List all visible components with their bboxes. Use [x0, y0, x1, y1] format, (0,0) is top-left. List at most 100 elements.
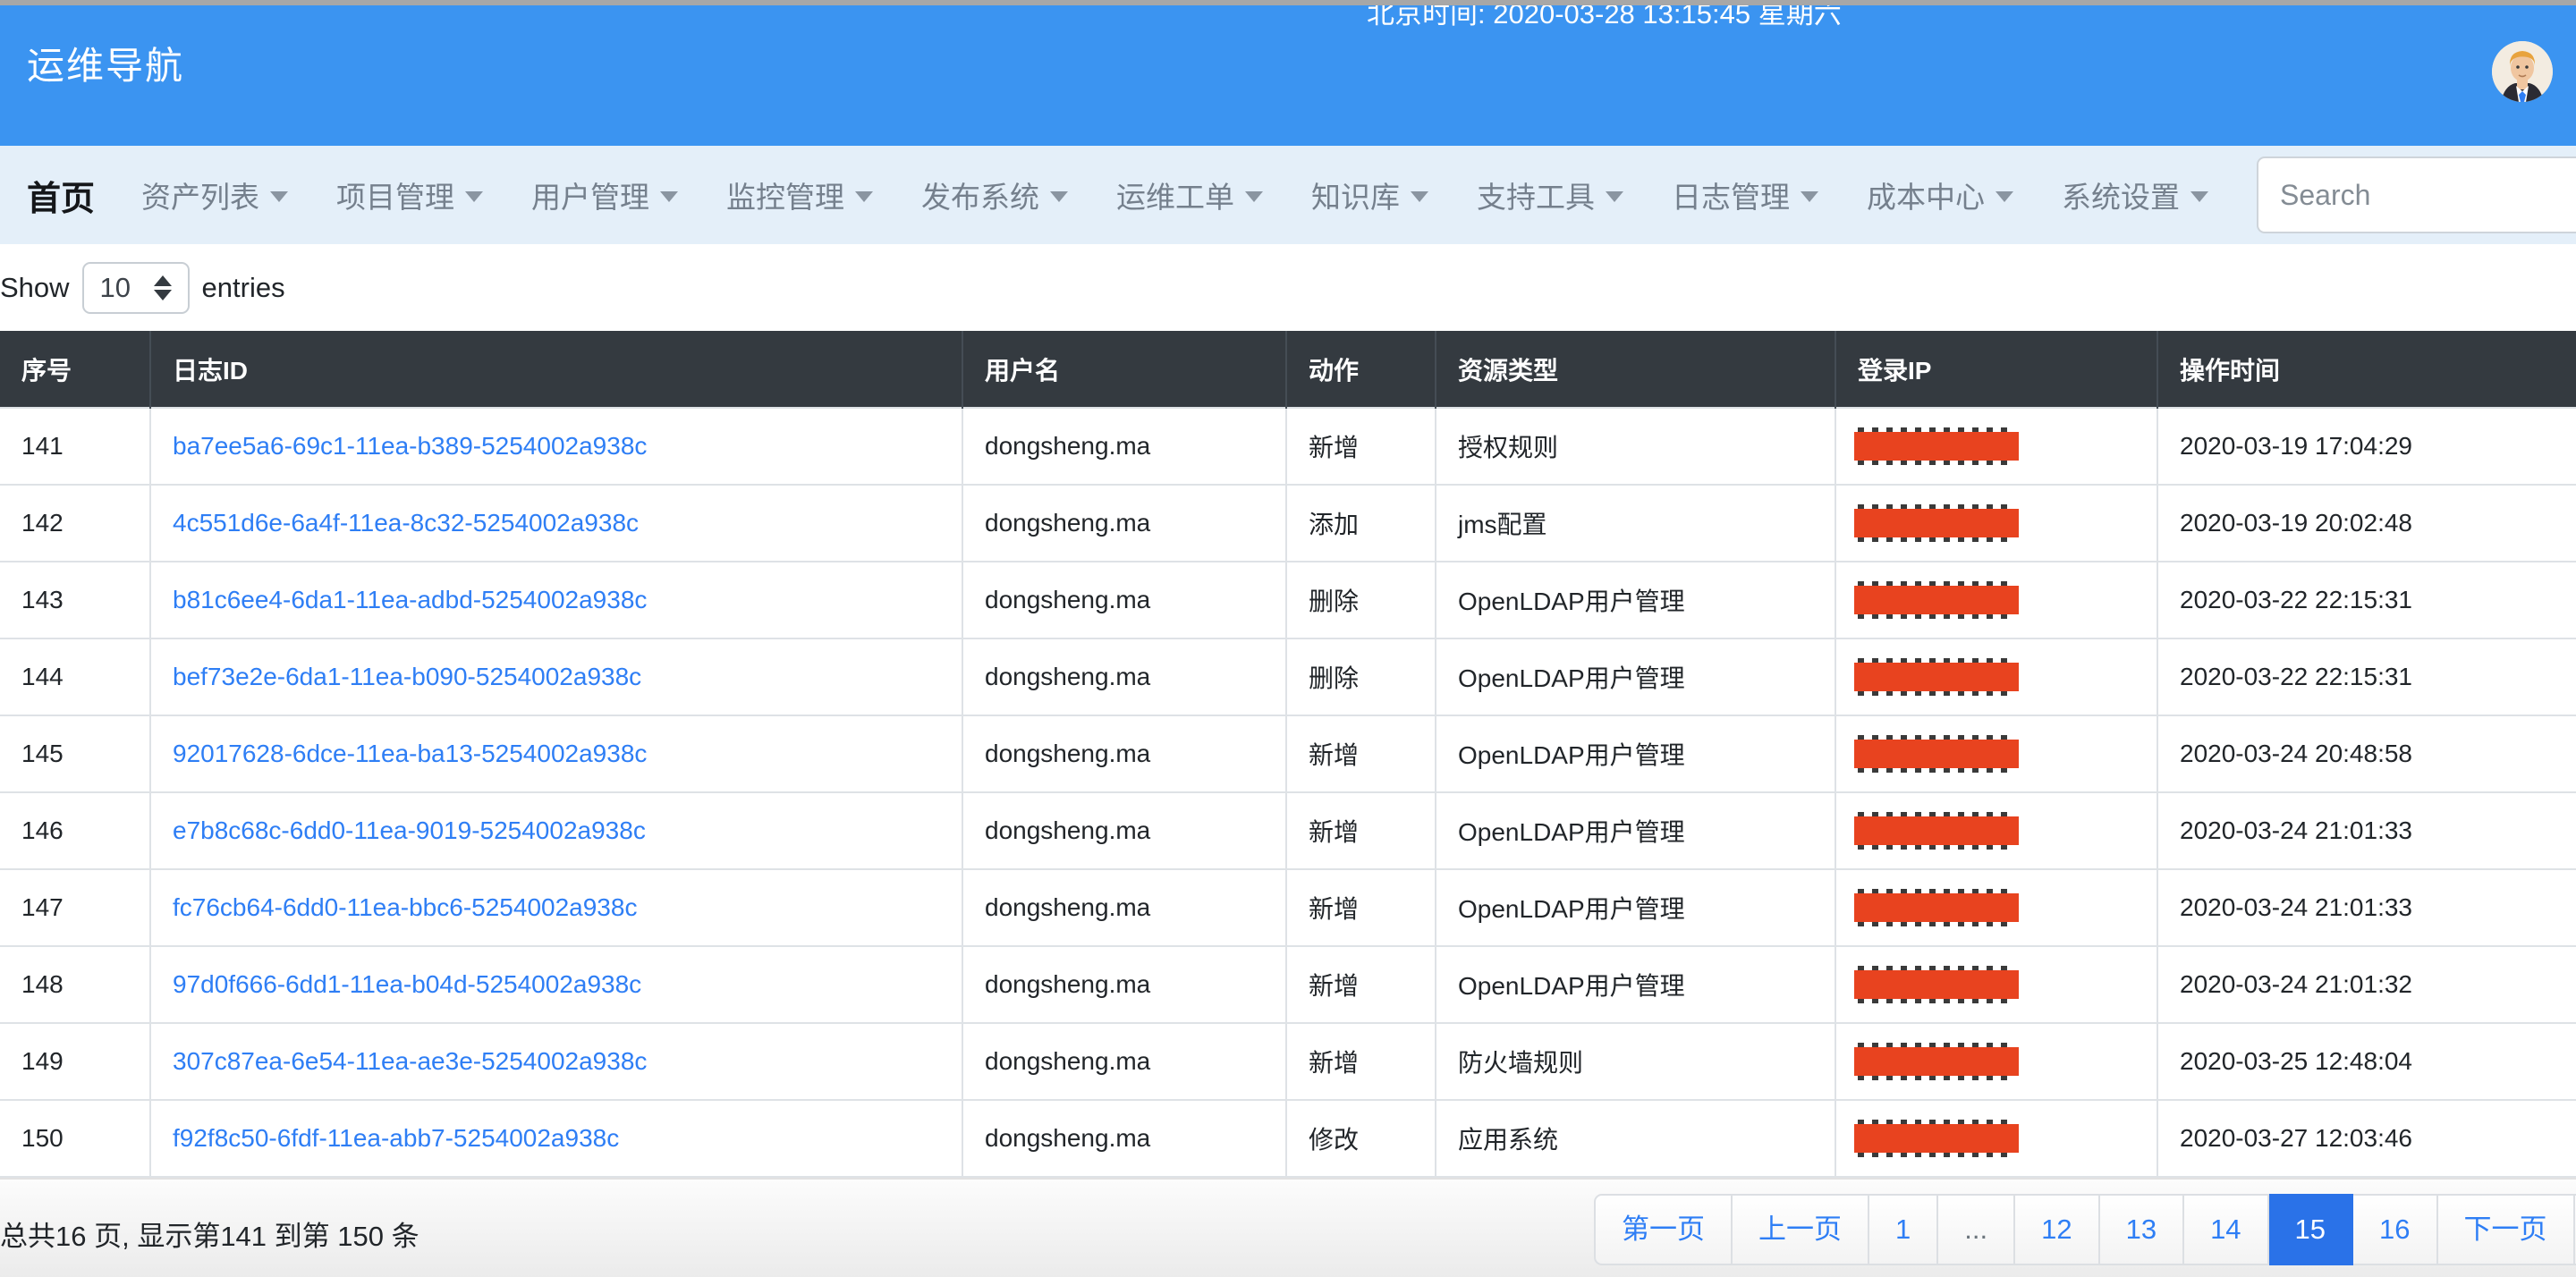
table-row: 149 307c87ea-6e54-11ea-ae3e-5254002a938c d…	[0, 1023, 2576, 1100]
redacted-ip	[1858, 658, 2015, 696]
row-number-cell: 150	[0, 1100, 150, 1177]
pagination-item[interactable]: 下一页	[2438, 1194, 2575, 1265]
log-id-link[interactable]: ba7ee5a6-69c1-11ea-b389-5254002a938c	[173, 432, 647, 460]
operation-time-cell: 2020-03-24 21:01:33	[2157, 869, 2576, 946]
nav-item-menu[interactable]: 支持工具	[1477, 173, 1623, 216]
resource-type-cell: jms配置	[1436, 485, 1835, 562]
nav-item-label: 资产列表	[141, 173, 259, 216]
table-row: 143 b81c6ee4-6da1-11ea-adbd-5254002a938c d…	[0, 562, 2576, 638]
pagination-item[interactable]: 1	[1869, 1194, 1938, 1265]
nav-item-label: 发布系统	[921, 173, 1039, 216]
nav-item-label: 系统设置	[2062, 173, 2180, 216]
row-number-cell: 143	[0, 562, 150, 638]
login-ip-cell	[1835, 946, 2157, 1023]
row-number-cell: 149	[0, 1023, 150, 1100]
column-header: 用户名	[962, 331, 1286, 408]
nav-item-menu[interactable]: 项目管理	[336, 173, 483, 216]
login-ip-cell	[1835, 1023, 2157, 1100]
operation-time-cell: 2020-03-24 21:01:33	[2157, 792, 2576, 869]
nav-item-menu[interactable]: 监控管理	[726, 173, 873, 216]
nav-item-menu[interactable]: 日志管理	[1672, 173, 1818, 216]
pagination-item[interactable]: 上一页	[1733, 1194, 1869, 1265]
log-id-link[interactable]: f92f8c50-6fdf-11ea-abb7-5254002a938c	[173, 1124, 619, 1152]
login-ip-cell	[1835, 792, 2157, 869]
chevron-down-icon	[660, 191, 678, 202]
table-row: 141ba7ee5a6-69c1-11ea-b389-5254002a938cd…	[0, 408, 2576, 485]
action-cell: 新增	[1286, 408, 1436, 485]
login-ip-cell	[1835, 638, 2157, 715]
chevron-down-icon	[1050, 191, 1068, 202]
column-header: 登录IP	[1835, 331, 2157, 408]
username-cell: dongsheng.ma	[962, 562, 1286, 638]
log-id-link[interactable]: 97d0f666-6dd1-11ea-b04d-5254002a938c	[173, 970, 641, 998]
pagination-item[interactable]: 13	[2100, 1194, 2184, 1265]
log-id-link[interactable]: b81c6ee4-6da1-11ea-adbd-5254002a938c	[173, 586, 647, 613]
nav-menus: 资产列表 项目管理 用户管理 监控管理 发布系统 运维工单 知识库 支持工具 日志管理 成本中心 系…	[141, 173, 2257, 216]
resource-type-cell: 授权规则	[1436, 408, 1835, 485]
nav-item-menu[interactable]: 知识库	[1311, 173, 1428, 216]
avatar-man-icon	[2492, 41, 2553, 102]
row-number-cell: 147	[0, 869, 150, 946]
nav-item-menu[interactable]: 成本中心	[1867, 173, 2013, 216]
resource-type-cell: OpenLDAP用户管理	[1436, 715, 1835, 792]
resource-type-cell: OpenLDAP用户管理	[1436, 869, 1835, 946]
nav-item-label: 项目管理	[336, 173, 454, 216]
entries-label: entries	[202, 272, 285, 304]
login-ip-cell	[1835, 408, 2157, 485]
nav-item-label: 运维工单	[1116, 173, 1234, 216]
username-cell: dongsheng.ma	[962, 638, 1286, 715]
nav-item-menu[interactable]: 系统设置	[2062, 173, 2208, 216]
log-id-link[interactable]: fc76cb64-6dd0-11ea-bbc6-5254002a938c	[173, 893, 637, 921]
redacted-ip	[1858, 427, 2015, 465]
username-cell: dongsheng.ma	[962, 485, 1286, 562]
pagination-item[interactable]: 12	[2015, 1194, 2099, 1265]
page-size-select[interactable]: 10	[82, 262, 190, 314]
login-ip-cell	[1835, 562, 2157, 638]
username-cell: dongsheng.ma	[962, 408, 1286, 485]
operation-time-cell: 2020-03-27 12:03:46	[2157, 1100, 2576, 1177]
navbar-search: Search	[2257, 156, 2576, 233]
redacted-ip	[1858, 966, 2015, 1003]
show-label: Show	[0, 272, 70, 304]
nav-item-menu[interactable]: 资产列表	[141, 173, 288, 216]
log-id-link: 307c87ea-6e54-11ea-ae3e-5254002a938c	[150, 1023, 962, 1100]
action-cell: 删除	[1286, 638, 1436, 715]
login-ip-cell	[1835, 485, 2157, 562]
column-header: 操作时间	[2157, 331, 2576, 408]
log-id-link[interactable]: 4c551d6e-6a4f-11ea-8c32-5254002a938c	[173, 509, 639, 537]
row-number-cell: 146	[0, 792, 150, 869]
log-id-link[interactable]: bef73e2e-6da1-11ea-b090-5254002a938c	[173, 663, 641, 690]
column-header: 动作	[1286, 331, 1436, 408]
log-id-link: fc76cb64-6dd0-11ea-bbc6-5254002a938c	[150, 869, 962, 946]
table-row: 14897d0f666-6dd1-11ea-b04d-5254002a938cd…	[0, 946, 2576, 1023]
nav-item-menu[interactable]: 发布系统	[921, 173, 1068, 216]
redacted-ip	[1858, 889, 2015, 926]
username-cell: dongsheng.ma	[962, 1023, 1286, 1100]
pagination-item[interactable]: 第一页	[1594, 1194, 1733, 1265]
pagination-item[interactable]: 14	[2184, 1194, 2268, 1265]
pagination-item[interactable]: 16	[2353, 1194, 2437, 1265]
redacted-ip	[1858, 581, 2015, 619]
log-id-link[interactable]: 92017628-6dce-11ea-ba13-5254002a938c	[173, 740, 647, 767]
nav-item-label: 监控管理	[726, 173, 844, 216]
login-ip-cell	[1835, 1100, 2157, 1177]
action-cell: 修改	[1286, 1100, 1436, 1177]
log-id-link: f92f8c50-6fdf-11ea-abb7-5254002a938c	[150, 1100, 962, 1177]
beijing-time-clock: 北京时间: 2020-03-28 13:15:45 星期六	[1367, 5, 1842, 31]
nav-item-home[interactable]: 首页	[27, 171, 95, 220]
table-row: 144bef73e2e-6da1-11ea-b090-5254002a938cd…	[0, 638, 2576, 715]
search-input[interactable]	[2257, 156, 2576, 233]
nav-item-menu[interactable]: 用户管理	[531, 173, 678, 216]
table-row: 142 4c551d6e-6a4f-11ea-8c32-5254002a938c d…	[0, 485, 2576, 562]
nav-item-label: 用户管理	[531, 173, 649, 216]
action-cell: 新增	[1286, 715, 1436, 792]
log-id-link: 92017628-6dce-11ea-ba13-5254002a938c	[150, 715, 962, 792]
row-number-cell: 142	[0, 485, 150, 562]
select-updown-icon	[154, 275, 172, 300]
log-id-link[interactable]: e7b8c68c-6dd0-11ea-9019-5254002a938c	[173, 816, 646, 844]
chevron-down-icon	[2190, 191, 2208, 202]
pagination-item[interactable]: 15	[2269, 1194, 2353, 1265]
log-id-link[interactable]: 307c87ea-6e54-11ea-ae3e-5254002a938c	[173, 1047, 647, 1075]
user-avatar[interactable]	[2492, 41, 2553, 102]
nav-item-menu[interactable]: 运维工单	[1116, 173, 1263, 216]
